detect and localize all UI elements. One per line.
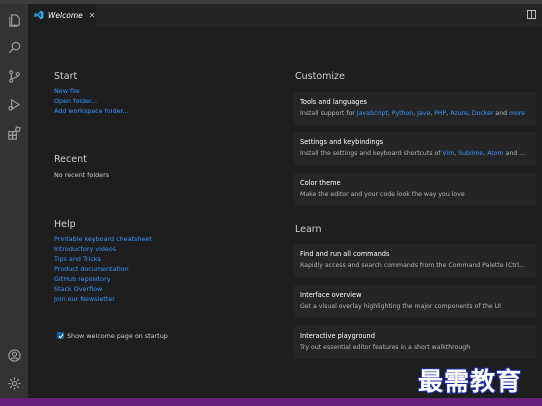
show-welcome-label[interactable]: Show welcome page on startup (67, 332, 168, 340)
card-description: Make the editor and your code look the w… (300, 191, 465, 198)
no-recent-folders-text: No recent folders (54, 171, 110, 179)
link-javascript[interactable]: JavaScript (357, 110, 388, 117)
tab-label: Welcome (48, 10, 83, 20)
open-folder-link[interactable]: Open folder... (54, 97, 97, 105)
tab-welcome[interactable]: Welcome ✕ (28, 4, 96, 26)
customize-heading: Customize (295, 71, 345, 82)
files-icon[interactable] (4, 10, 24, 30)
card-find-and-run-commands[interactable]: Find and run all commands Rapidly access… (294, 244, 536, 277)
link-python[interactable]: Python (392, 110, 413, 117)
card-interactive-playground[interactable]: Interactive playground Try out essential… (294, 326, 536, 359)
link-docker[interactable]: Docker (472, 110, 494, 117)
activity-bar (0, 4, 28, 398)
split-editor-icon[interactable] (527, 10, 536, 19)
link-vim[interactable]: Vim (442, 150, 454, 157)
card-tools-and-languages[interactable]: Tools and languages Install support for … (294, 92, 536, 125)
watermark-text: 最需教育 (417, 366, 523, 397)
welcome-page: Start New file Open folder... Add worksp… (28, 26, 542, 398)
card-title: Interface overview (300, 291, 362, 299)
card-description: Install support for JavaScript, Python, … (300, 110, 526, 117)
tab-bar: Welcome ✕ (28, 4, 542, 26)
run-debug-icon[interactable] (4, 94, 24, 114)
start-heading: Start (54, 71, 78, 82)
link-more[interactable]: more (509, 110, 525, 117)
help-link-github-repository[interactable]: GitHub repository (54, 275, 111, 283)
help-link-keyboard-cheatsheet[interactable]: Printable keyboard cheatsheet (54, 235, 152, 243)
close-icon[interactable]: ✕ (89, 11, 96, 20)
vscode-logo-icon (34, 10, 44, 20)
extensions-icon[interactable] (4, 123, 24, 143)
link-atom[interactable]: Atom (487, 150, 503, 157)
help-link-tips-and-tricks[interactable]: Tips and Tricks (54, 255, 101, 263)
status-bar (0, 398, 542, 406)
link-php[interactable]: PHP (434, 110, 446, 117)
card-description: Rapidly access and search commands from … (300, 262, 525, 269)
card-title: Interactive playground (300, 332, 375, 340)
card-title: Color theme (300, 179, 341, 187)
help-link-stack-overflow[interactable]: Stack Overflow (54, 285, 102, 293)
account-icon[interactable] (4, 345, 24, 365)
card-title: Find and run all commands (300, 250, 390, 258)
card-settings-and-keybindings[interactable]: Settings and keybindings Install the set… (294, 132, 536, 165)
add-workspace-folder-link[interactable]: Add workspace folder... (54, 107, 129, 115)
link-java[interactable]: Java (417, 110, 430, 117)
show-welcome-checkbox[interactable] (57, 332, 64, 339)
source-control-icon[interactable] (4, 66, 24, 86)
help-heading: Help (54, 219, 76, 230)
card-title: Settings and keybindings (300, 138, 384, 146)
settings-gear-icon[interactable] (4, 373, 24, 393)
recent-heading: Recent (54, 154, 87, 165)
help-link-newsletter[interactable]: Join our Newsletter (54, 295, 115, 303)
help-link-introductory-videos[interactable]: Introductory videos (54, 245, 116, 253)
learn-heading: Learn (295, 224, 322, 235)
checkmark-icon (57, 333, 64, 339)
card-description: Get a visual overlay highlighting the ma… (300, 303, 501, 310)
card-description: Install the settings and keyboard shortc… (300, 150, 526, 157)
new-file-link[interactable]: New file (54, 87, 80, 95)
link-azure[interactable]: Azure (450, 110, 468, 117)
link-sublime[interactable]: Sublime (458, 150, 483, 157)
help-link-product-documentation[interactable]: Product documentation (54, 265, 129, 273)
search-icon[interactable] (4, 37, 24, 57)
card-description: Try out essential editor features in a s… (300, 344, 471, 351)
card-title: Tools and languages (300, 98, 367, 106)
card-color-theme[interactable]: Color theme Make the editor and your cod… (294, 173, 536, 206)
card-interface-overview[interactable]: Interface overview Get a visual overlay … (294, 285, 536, 318)
